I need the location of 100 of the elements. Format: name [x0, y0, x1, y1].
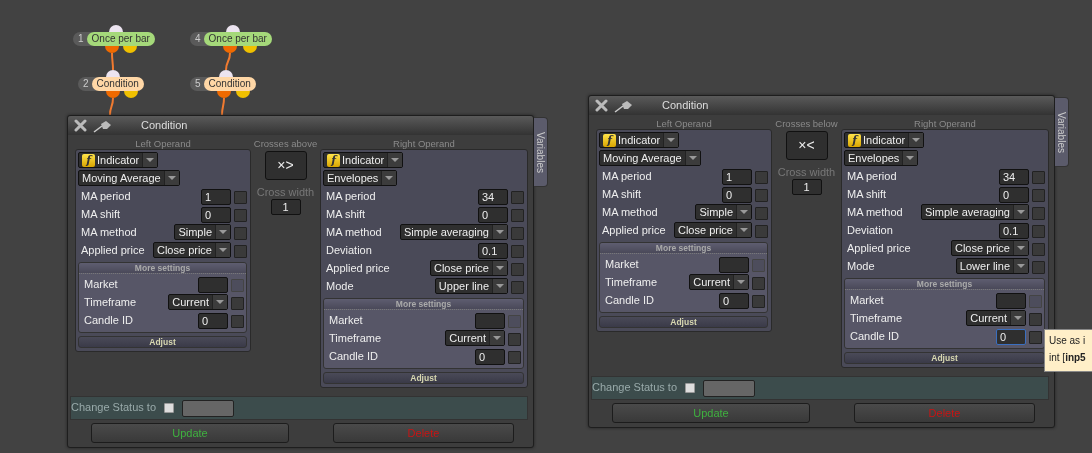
checkbox[interactable] — [234, 208, 247, 222]
dropdown[interactable]: f Indicator — [323, 152, 404, 168]
checkbox[interactable] — [755, 170, 768, 184]
operator-button[interactable]: ×< — [785, 131, 828, 160]
dropdown[interactable]: Close price — [673, 222, 752, 238]
number-field[interactable]: 1 — [201, 189, 231, 205]
checkbox[interactable] — [1032, 260, 1045, 274]
checkbox[interactable] — [1032, 170, 1045, 184]
number-field[interactable]: 1 — [791, 179, 822, 196]
dropdown[interactable]: Envelopes — [323, 170, 398, 186]
dropdown[interactable]: Upper line — [434, 278, 508, 294]
status-field[interactable] — [182, 399, 234, 417]
text-field[interactable] — [719, 257, 749, 273]
update-button[interactable]: Update — [91, 423, 289, 443]
checkbox[interactable] — [231, 314, 244, 328]
checkbox[interactable] — [511, 280, 524, 294]
node-label[interactable]: Condition — [203, 77, 256, 91]
adjust-button[interactable]: Adjust — [78, 336, 247, 348]
side-tab[interactable]: Variables — [1055, 97, 1069, 167]
operator-caption: Crosses above — [252, 138, 319, 149]
node-number: 4 — [190, 32, 208, 46]
number-field[interactable]: 0 — [198, 313, 228, 329]
number-field[interactable]: 34 — [478, 189, 508, 205]
status-field[interactable] — [703, 379, 755, 397]
dropdown[interactable]: f Indicator — [78, 152, 159, 168]
checkbox[interactable] — [1032, 242, 1045, 256]
number-field[interactable]: 34 — [999, 169, 1029, 185]
pin-icon[interactable] — [93, 118, 113, 133]
pin-icon[interactable] — [614, 98, 634, 113]
output-port — [123, 46, 137, 53]
checkbox[interactable] — [164, 403, 174, 413]
number-field[interactable]: 0.1 — [478, 243, 508, 259]
caret-icon — [142, 153, 158, 167]
text-field[interactable] — [475, 313, 505, 329]
dropdown[interactable]: Lower line — [955, 258, 1029, 274]
dropdown[interactable]: f Indicator — [844, 132, 925, 148]
close-icon[interactable] — [74, 119, 87, 132]
dropdown[interactable]: Simple averaging — [921, 204, 1029, 220]
dropdown[interactable]: Current — [966, 310, 1026, 326]
dropdown[interactable]: Close price — [429, 260, 508, 276]
dropdown[interactable]: Current — [168, 294, 228, 310]
checkbox[interactable] — [234, 226, 247, 240]
operator-button[interactable]: ×> — [264, 151, 307, 180]
checkbox[interactable] — [508, 332, 521, 346]
dropdown[interactable]: Simple averaging — [400, 224, 508, 240]
checkbox[interactable] — [511, 208, 524, 222]
dropdown[interactable]: f Indicator — [599, 132, 680, 148]
dropdown[interactable]: Close price — [950, 240, 1029, 256]
dropdown[interactable]: Current — [689, 274, 749, 290]
dropdown[interactable]: Current — [445, 330, 505, 346]
number-field[interactable]: 0 — [722, 187, 752, 203]
checkbox[interactable] — [511, 190, 524, 204]
adjust-button[interactable]: Adjust — [323, 372, 524, 384]
checkbox[interactable] — [234, 244, 247, 258]
checkbox[interactable] — [755, 188, 768, 202]
checkbox[interactable] — [752, 276, 765, 290]
connector-line — [111, 52, 114, 71]
node-label[interactable]: Condition — [91, 77, 144, 91]
node-label[interactable]: Once per bar — [203, 32, 272, 46]
number-field[interactable]: 0 — [201, 207, 231, 223]
dropdown[interactable]: Moving Average — [78, 170, 180, 186]
checkbox[interactable] — [231, 296, 244, 310]
checkbox[interactable] — [1029, 330, 1042, 344]
adjust-button[interactable]: Adjust — [599, 316, 768, 328]
checkbox[interactable] — [755, 206, 768, 220]
number-field[interactable]: 1 — [270, 199, 301, 216]
checkbox[interactable] — [1032, 224, 1045, 238]
checkbox[interactable] — [508, 350, 521, 364]
number-field[interactable]: 1 — [722, 169, 752, 185]
checkbox[interactable] — [511, 226, 524, 240]
checkbox[interactable] — [1032, 206, 1045, 220]
text-field[interactable] — [198, 277, 228, 293]
close-icon[interactable] — [595, 99, 608, 112]
number-field[interactable]: 0 — [475, 349, 505, 365]
update-button[interactable]: Update — [612, 403, 810, 423]
side-tab[interactable]: Variables — [534, 117, 548, 187]
checkbox[interactable] — [752, 294, 765, 308]
checkbox[interactable] — [511, 262, 524, 276]
checkbox[interactable] — [755, 224, 768, 238]
checkbox[interactable] — [511, 244, 524, 258]
caret-icon — [381, 171, 397, 185]
checkbox[interactable] — [1029, 312, 1042, 326]
dropdown[interactable]: Simple — [174, 224, 231, 240]
field-label: Candle ID — [83, 314, 134, 328]
dropdown[interactable]: Moving Average — [599, 150, 701, 166]
checkbox[interactable] — [234, 190, 247, 204]
dropdown[interactable]: Envelopes — [844, 150, 919, 166]
number-field[interactable]: 0 — [719, 293, 749, 309]
node-label[interactable]: Once per bar — [86, 32, 155, 46]
checkbox[interactable] — [685, 383, 695, 393]
text-field[interactable] — [996, 293, 1026, 309]
field-label: Mode — [846, 260, 876, 274]
adjust-button[interactable]: Adjust — [844, 352, 1045, 364]
dropdown[interactable]: Close price — [152, 242, 231, 258]
dropdown[interactable]: Simple — [695, 204, 752, 220]
number-field[interactable]: 0 — [999, 187, 1029, 203]
number-field[interactable]: 0 — [996, 329, 1026, 345]
checkbox[interactable] — [1032, 188, 1045, 202]
number-field[interactable]: 0.1 — [999, 223, 1029, 239]
number-field[interactable]: 0 — [478, 207, 508, 223]
